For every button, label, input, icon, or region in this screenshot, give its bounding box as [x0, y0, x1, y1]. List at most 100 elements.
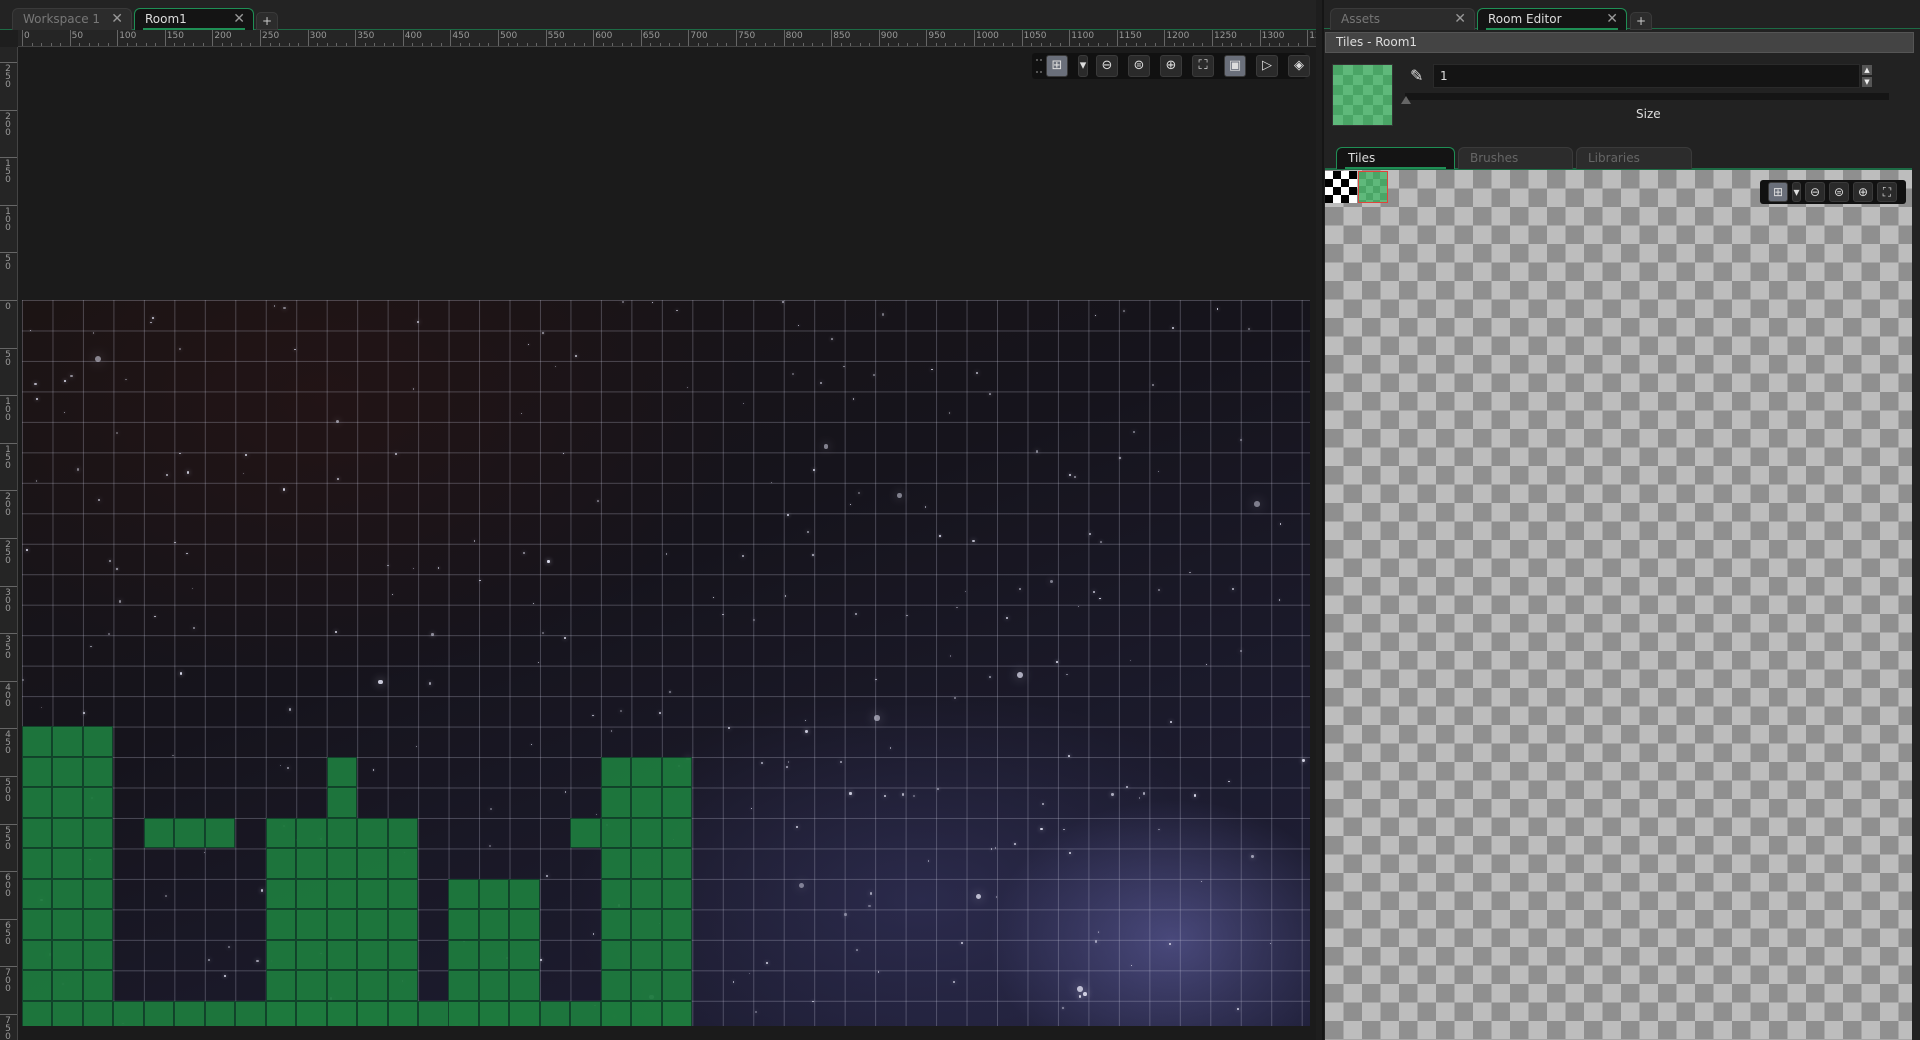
zoom-out-icon[interactable]: ⊖	[1805, 182, 1825, 202]
placed-tile[interactable]	[52, 787, 83, 818]
tab-workspace-1[interactable]: Workspace 1 ✕	[12, 8, 132, 30]
placed-tile[interactable]	[204, 817, 236, 849]
placed-tile[interactable]	[174, 817, 205, 849]
placed-tile[interactable]	[661, 1000, 693, 1026]
tab-room1[interactable]: Room1 ✕	[134, 8, 254, 30]
dropdown-icon[interactable]: ▾	[1792, 182, 1801, 202]
placed-tile[interactable]	[570, 1000, 601, 1026]
zoom-reset-icon[interactable]: ⊜	[1829, 182, 1849, 202]
placed-tile[interactable]	[22, 970, 53, 1001]
placed-tile[interactable]	[52, 970, 83, 1001]
placed-tile[interactable]	[357, 939, 388, 971]
frame-icon[interactable]: ▣	[1224, 55, 1246, 77]
placed-tile[interactable]	[448, 878, 479, 910]
room-canvas[interactable]	[18, 47, 1316, 1040]
placed-tile[interactable]	[357, 970, 388, 1001]
placed-tile[interactable]	[52, 1000, 83, 1026]
placed-tile[interactable]	[22, 878, 53, 910]
placed-tile[interactable]	[82, 909, 114, 940]
placed-tile[interactable]	[661, 756, 693, 788]
placed-tile[interactable]	[265, 817, 297, 849]
layers-icon[interactable]: ◈	[1288, 55, 1310, 77]
zoom-out-icon[interactable]: ⊖	[1096, 55, 1118, 77]
placed-tile[interactable]	[357, 909, 388, 940]
placed-tile[interactable]	[600, 848, 632, 879]
placed-tile[interactable]	[22, 909, 53, 940]
placed-tile[interactable]	[418, 1000, 449, 1026]
placed-tile[interactable]	[52, 756, 83, 788]
dropdown-icon[interactable]: ▾	[1078, 55, 1088, 77]
grid-icon[interactable]: ⊞	[1046, 55, 1068, 77]
placed-tile[interactable]	[631, 909, 662, 940]
placed-tile[interactable]	[661, 939, 693, 971]
placed-tile[interactable]	[631, 878, 662, 910]
slider-thumb[interactable]	[1401, 96, 1411, 104]
placed-tile[interactable]	[326, 909, 358, 940]
placed-tile[interactable]	[478, 878, 510, 910]
placed-tile[interactable]	[387, 970, 419, 1001]
placed-tile[interactable]	[661, 909, 693, 940]
add-tab-button[interactable]: +	[1630, 12, 1652, 30]
placed-tile[interactable]	[326, 787, 358, 818]
fit-screen-icon[interactable]: ⛶	[1877, 182, 1897, 202]
placed-tile[interactable]	[22, 726, 53, 757]
placed-tile[interactable]	[387, 817, 419, 849]
zoom-in-icon[interactable]: ⊕	[1160, 55, 1182, 77]
placed-tile[interactable]	[82, 878, 114, 910]
placed-tile[interactable]	[357, 817, 388, 849]
placed-tile[interactable]	[296, 909, 327, 940]
placed-tile[interactable]	[661, 817, 693, 849]
close-icon[interactable]: ✕	[233, 11, 245, 27]
subtab-brushes[interactable]: Brushes	[1458, 147, 1573, 169]
close-icon[interactable]: ✕	[1454, 11, 1466, 27]
placed-tile[interactable]	[52, 909, 83, 940]
placed-tile[interactable]	[478, 909, 510, 940]
placed-tile[interactable]	[387, 878, 419, 910]
placed-tile[interactable]	[326, 970, 358, 1001]
subtab-libraries[interactable]: Libraries	[1576, 147, 1692, 169]
placed-tile[interactable]	[600, 1000, 632, 1026]
placed-tile[interactable]	[82, 726, 114, 757]
placed-tile[interactable]	[265, 970, 297, 1001]
placed-tile[interactable]	[265, 909, 297, 940]
placed-tile[interactable]	[82, 970, 114, 1001]
placed-tile[interactable]	[661, 848, 693, 879]
placed-tile[interactable]	[82, 1000, 114, 1026]
placed-tile[interactable]	[265, 939, 297, 971]
placed-tile[interactable]	[631, 756, 662, 788]
placed-tile[interactable]	[661, 787, 693, 818]
placed-tile[interactable]	[478, 939, 510, 971]
placed-tile[interactable]	[82, 939, 114, 971]
placed-tile[interactable]	[448, 1000, 479, 1026]
placed-tile[interactable]	[387, 1000, 419, 1026]
fit-screen-icon[interactable]: ⛶	[1192, 55, 1214, 77]
placed-tile[interactable]	[631, 787, 662, 818]
zoom-reset-icon[interactable]: ⊜	[1128, 55, 1150, 77]
placed-tile[interactable]	[82, 848, 114, 879]
close-icon[interactable]: ✕	[1606, 11, 1618, 27]
placed-tile[interactable]	[143, 1000, 175, 1026]
placed-tile[interactable]	[387, 848, 419, 879]
placed-tile[interactable]	[326, 817, 358, 849]
green-tile-selected[interactable]	[1358, 171, 1388, 203]
decrement-icon[interactable]: ▼	[1862, 77, 1872, 87]
placed-tile[interactable]	[82, 787, 114, 818]
placed-tile[interactable]	[82, 756, 114, 788]
placed-tile[interactable]	[326, 939, 358, 971]
placed-tile[interactable]	[174, 1000, 205, 1026]
placed-tile[interactable]	[113, 1000, 144, 1026]
placed-tile[interactable]	[52, 848, 83, 879]
add-tab-button[interactable]: +	[256, 12, 278, 30]
placed-tile[interactable]	[357, 878, 388, 910]
placed-tile[interactable]	[387, 939, 419, 971]
tab-assets[interactable]: Assets ✕	[1330, 8, 1475, 30]
placed-tile[interactable]	[509, 1000, 540, 1026]
empty-tile[interactable]	[1325, 171, 1357, 203]
tileset-view[interactable]	[1325, 170, 1912, 1040]
size-slider[interactable]	[1405, 93, 1889, 100]
placed-tile[interactable]	[600, 939, 632, 971]
placed-tile[interactable]	[661, 970, 693, 1001]
placed-tile[interactable]	[478, 1000, 510, 1026]
placed-tile[interactable]	[631, 848, 662, 879]
placed-tile[interactable]	[600, 909, 632, 940]
